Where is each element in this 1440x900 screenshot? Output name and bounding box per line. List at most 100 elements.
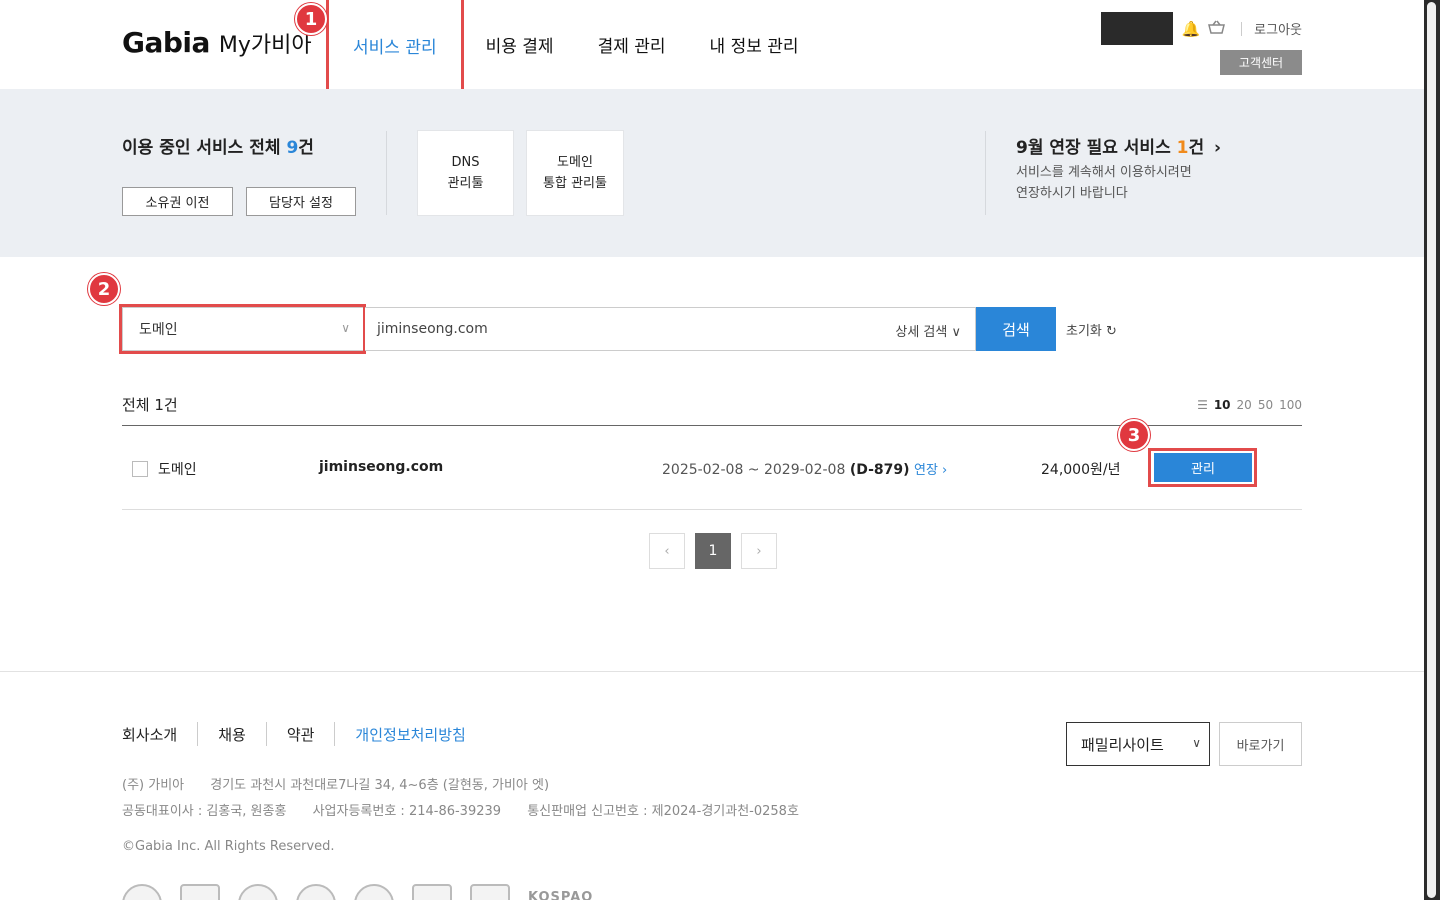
service-count-number: 9 (286, 138, 299, 158)
renewal-suffix: 건 (1188, 138, 1205, 158)
page: Gabia My가비아 서비스 관리 비용 결제 결제 관리 내 정보 관리 1… (0, 0, 1424, 900)
bell-icon[interactable]: 🔔 (1181, 20, 1200, 38)
period-text: 2025-02-08 ~ 2029-02-08 (662, 462, 846, 478)
service-summary: 이용 중인 서비스 전체 9건 소유권 이전 담당자 설정 DNS 관리툴 도메… (0, 89, 1424, 257)
cert-logo (296, 884, 336, 900)
highlight-box (119, 304, 366, 354)
logo-brand: Gabia (122, 26, 210, 59)
chevron-down-icon: ∨ (1192, 736, 1201, 750)
company-ceo: 공동대표이사 : 김홍국, 원종홍 (122, 804, 287, 819)
page-button-1[interactable]: 1 (695, 533, 731, 569)
cert-logo (470, 884, 510, 900)
page-size-100[interactable]: 100 (1279, 398, 1302, 412)
prev-page-button[interactable]: ‹ (649, 533, 685, 569)
renewal-needed-link[interactable]: 9월 연장 필요 서비스 1건 › (1016, 133, 1221, 158)
footer-link-about[interactable]: 회사소개 (122, 722, 197, 746)
manager-setting-button[interactable]: 담당자 설정 (246, 187, 356, 216)
total-count: 전체 1건 (122, 396, 178, 414)
copyright: ©Gabia Inc. All Rights Reserved. (122, 839, 335, 854)
page-size-10[interactable]: 10 (1214, 398, 1231, 412)
refresh-icon: ↻ (1106, 324, 1117, 339)
annotation-badge-1: 1 (295, 3, 327, 35)
nav-billing[interactable]: 비용 결제 (464, 0, 576, 89)
cert-logo (180, 884, 220, 900)
reset-button[interactable]: 초기화 ↻ (1066, 320, 1117, 339)
renew-link[interactable]: 연장 › (914, 463, 947, 478)
business-number: 사업자등록번호 : 214-86-39239 (312, 804, 502, 819)
service-count-suffix: 건 (298, 138, 314, 158)
page-size-selector: ☰ 10 20 50 100 (1197, 398, 1302, 412)
certification-logos: KOSPAO (122, 884, 593, 900)
dns-tool-card[interactable]: DNS 관리툴 (417, 130, 514, 216)
search-button[interactable]: 검색 (976, 307, 1056, 351)
goto-button[interactable]: 바로가기 (1219, 722, 1302, 766)
renew-label: 연장 (913, 463, 938, 478)
dns-tool-line2: 관리툴 (447, 176, 484, 191)
search-query: jiminseong.com (377, 321, 488, 337)
utility-bar: 🔔 로그아웃 (1101, 12, 1302, 45)
advanced-search-label: 상세 검색 (895, 325, 948, 340)
footer-links: 회사소개 채용 약관 개인정보처리방침 (122, 722, 486, 746)
domain-name[interactable]: jiminseong.com (319, 459, 443, 475)
footer-link-careers[interactable]: 채용 (197, 722, 266, 746)
logout-link[interactable]: 로그아웃 (1254, 19, 1302, 38)
nav-service-management[interactable]: 서비스 관리 (326, 0, 464, 94)
footer-link-terms[interactable]: 약관 (265, 722, 335, 746)
logo-sub: My가비아 (218, 33, 312, 58)
renewal-count: 1 (1176, 138, 1189, 158)
footer-divider (0, 671, 1424, 672)
service-period: 2025-02-08 ~ 2029-02-08 (D-879) 연장 › (662, 459, 947, 478)
footer-link-privacy[interactable]: 개인정보처리방침 (334, 722, 485, 746)
chevron-down-icon: ∨ (951, 325, 961, 340)
divider (985, 131, 986, 215)
cert-logo-text: KOSPAO (528, 890, 594, 900)
search-bar: 도메인 ∨ jiminseong.com 상세 검색 ∨ 검색 초기화 ↻ (119, 304, 1132, 354)
service-count-title: 이용 중인 서비스 전체 9건 (122, 133, 314, 158)
price: 24,000원/년 (1041, 462, 1121, 478)
renewal-desc-line1: 서비스를 계속해서 이용하시려면 (1016, 165, 1192, 180)
scrollbar-thumb[interactable] (1427, 2, 1436, 898)
page-size-50[interactable]: 50 (1258, 398, 1273, 412)
dns-tool-line1: DNS (451, 155, 480, 170)
logo[interactable]: Gabia My가비아 (122, 26, 312, 59)
family-site-select[interactable]: 패밀리사이트 ∨ (1066, 722, 1210, 766)
service-type: 도메인 (158, 462, 197, 478)
cert-logo (354, 884, 394, 900)
scrollbar[interactable] (1424, 0, 1440, 900)
ownership-transfer-button[interactable]: 소유권 이전 (122, 187, 233, 216)
search-input[interactable]: jiminseong.com 상세 검색 ∨ (365, 307, 976, 351)
renewal-prefix: 9월 연장 필요 서비스 (1016, 138, 1177, 158)
dday-text: (D-879) (849, 462, 910, 478)
renewal-description: 서비스를 계속해서 이용하시려면 연장하시기 바랍니다 (1016, 162, 1192, 204)
chevron-right-icon: › (1214, 138, 1222, 158)
nav-payment-management[interactable]: 결제 관리 (576, 0, 688, 89)
cert-logo (238, 884, 278, 900)
basket-icon[interactable] (1208, 20, 1226, 38)
user-name-redacted (1101, 12, 1174, 45)
pagination: ‹ 1 › (649, 533, 777, 569)
main-nav: 서비스 관리 비용 결제 결제 관리 내 정보 관리 (326, 0, 821, 94)
page-size-20[interactable]: 20 (1237, 398, 1252, 412)
nav-my-info[interactable]: 내 정보 관리 (688, 0, 821, 89)
row-checkbox[interactable] (132, 461, 148, 477)
cert-logo (122, 884, 162, 900)
customer-center-button[interactable]: 고객센터 (1220, 50, 1302, 75)
cert-logo (412, 884, 452, 900)
annotation-badge-3: 3 (1118, 419, 1150, 451)
company-address: 경기도 과천시 과천대로7나길 34, 4~6층 (갈현동, 가비아 엣) (210, 778, 550, 793)
header: Gabia My가비아 서비스 관리 비용 결제 결제 관리 내 정보 관리 1… (0, 0, 1424, 94)
list-icon: ☰ (1197, 398, 1208, 412)
renewal-desc-line2: 연장하시기 바랍니다 (1016, 186, 1128, 201)
company-info-line2: 공동대표이사 : 김홍국, 원종홍 사업자등록번호 : 214-86-39239… (122, 800, 821, 819)
reset-label: 초기화 (1066, 324, 1102, 339)
company-name: (주) 가비아 (122, 778, 185, 793)
advanced-search-toggle[interactable]: 상세 검색 ∨ (895, 321, 961, 340)
next-page-button[interactable]: › (741, 533, 777, 569)
util-divider (1241, 21, 1243, 36)
annotation-badge-2: 2 (88, 273, 120, 305)
domain-tool-card[interactable]: 도메인 통합 관리툴 (526, 130, 624, 216)
family-site-value: 패밀리사이트 (1081, 735, 1164, 754)
domain-tool-line2: 통합 관리툴 (543, 176, 607, 191)
service-count-prefix: 이용 중인 서비스 전체 (122, 138, 287, 158)
company-info-line1: (주) 가비아 경기도 과천시 과천대로7나길 34, 4~6층 (갈현동, 가… (122, 774, 571, 793)
